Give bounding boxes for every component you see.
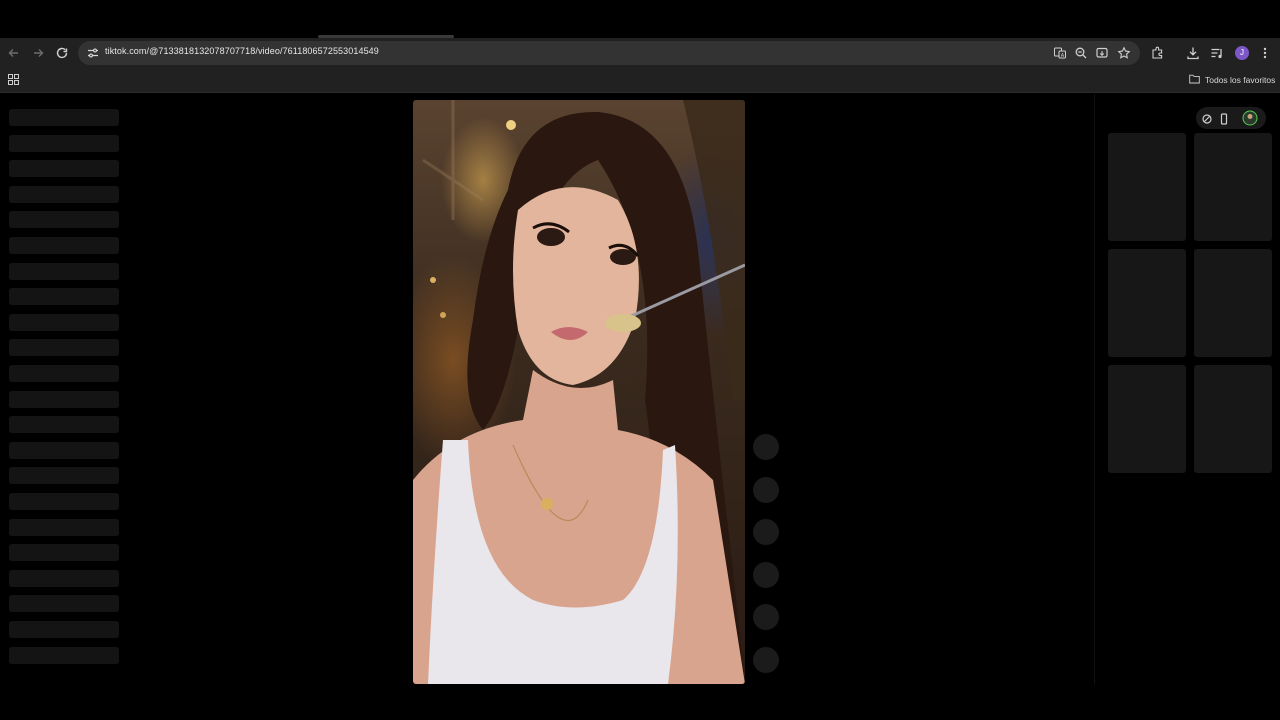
sidebar-skeleton-row xyxy=(9,621,119,638)
extensions-icon[interactable] xyxy=(1150,45,1166,61)
sidebar-skeleton-row xyxy=(9,134,119,152)
site-settings-icon[interactable] xyxy=(86,46,100,60)
right-top-controls xyxy=(1196,107,1266,129)
forward-arrow-icon[interactable] xyxy=(30,45,46,61)
sidebar-skeleton-row xyxy=(9,544,119,562)
sidebar-skeleton-row xyxy=(9,185,119,203)
window-title-strip xyxy=(0,0,1280,37)
zoom-icon[interactable] xyxy=(1074,46,1088,60)
action-button[interactable] xyxy=(753,561,779,588)
sidebar-skeleton-row xyxy=(9,518,119,536)
sidebar-skeleton-row xyxy=(9,160,119,178)
action-button[interactable] xyxy=(753,434,779,460)
sidebar-skeleton-row xyxy=(9,493,119,510)
sidebar-skeleton-row xyxy=(9,390,119,408)
sidebar-skeleton-row xyxy=(9,288,119,306)
translate-icon[interactable]: A xyxy=(1053,46,1067,60)
sidebar-skeleton-row xyxy=(9,467,119,485)
profile-avatar[interactable]: J xyxy=(1235,46,1249,60)
download-icon[interactable] xyxy=(1185,45,1201,61)
sidebar-skeleton-row xyxy=(9,313,119,331)
sidebar-skeleton-row xyxy=(9,339,119,357)
sidebar-skeleton-row xyxy=(9,569,119,587)
video-thumbnail[interactable] xyxy=(1194,133,1272,241)
all-bookmarks-label: Todos los favoritos xyxy=(1205,75,1276,85)
menu-kebab-icon[interactable] xyxy=(1257,45,1273,61)
apps-grid-icon[interactable] xyxy=(7,73,20,86)
reload-icon[interactable] xyxy=(54,45,70,61)
browser-toolbar: tiktok.com/@7133818132078707718/video/76… xyxy=(0,38,1280,68)
video-frame xyxy=(413,100,745,684)
media-control-icon[interactable] xyxy=(1209,45,1225,61)
phone-icon[interactable] xyxy=(1218,112,1230,130)
action-button[interactable] xyxy=(753,604,779,631)
video-thumbnail[interactable] xyxy=(1194,365,1272,473)
sidebar-skeleton-row xyxy=(9,237,119,254)
action-button[interactable] xyxy=(753,647,779,673)
svg-text:A: A xyxy=(1061,53,1065,59)
video-thumbnail[interactable] xyxy=(1108,249,1186,357)
url-text[interactable]: tiktok.com/@7133818132078707718/video/76… xyxy=(105,46,379,56)
action-button[interactable] xyxy=(753,519,779,546)
sidebar-skeleton-row xyxy=(9,416,119,434)
video-thumbnail[interactable] xyxy=(1108,133,1186,241)
sidebar-skeleton-row xyxy=(9,211,119,229)
sidebar-skeleton-row xyxy=(9,595,119,613)
sidebar-skeleton-row xyxy=(9,646,119,664)
install-app-icon[interactable] xyxy=(1095,46,1109,60)
bookmark-star-icon[interactable] xyxy=(1117,46,1131,60)
action-button[interactable] xyxy=(753,476,779,503)
profile-badge-icon[interactable] xyxy=(1242,110,1258,131)
address-bar[interactable]: tiktok.com/@7133818132078707718/video/76… xyxy=(78,41,1140,65)
slash-circle-icon[interactable] xyxy=(1201,112,1213,130)
bookmarks-bar: Todos los favoritos xyxy=(0,68,1280,93)
folder-icon xyxy=(1189,74,1200,86)
video-thumbnail[interactable] xyxy=(1194,249,1272,357)
video-player[interactable] xyxy=(413,100,745,684)
video-thumbnail[interactable] xyxy=(1108,365,1186,473)
all-bookmarks-button[interactable]: Todos los favoritos xyxy=(1189,73,1275,87)
sidebar-skeleton-row xyxy=(9,365,119,382)
sidebar-skeleton-row xyxy=(9,109,119,126)
right-panel-divider xyxy=(1094,94,1095,684)
sidebar-skeleton-row xyxy=(9,441,119,459)
back-arrow-icon[interactable] xyxy=(6,45,22,61)
sidebar-skeleton-row xyxy=(9,262,119,280)
